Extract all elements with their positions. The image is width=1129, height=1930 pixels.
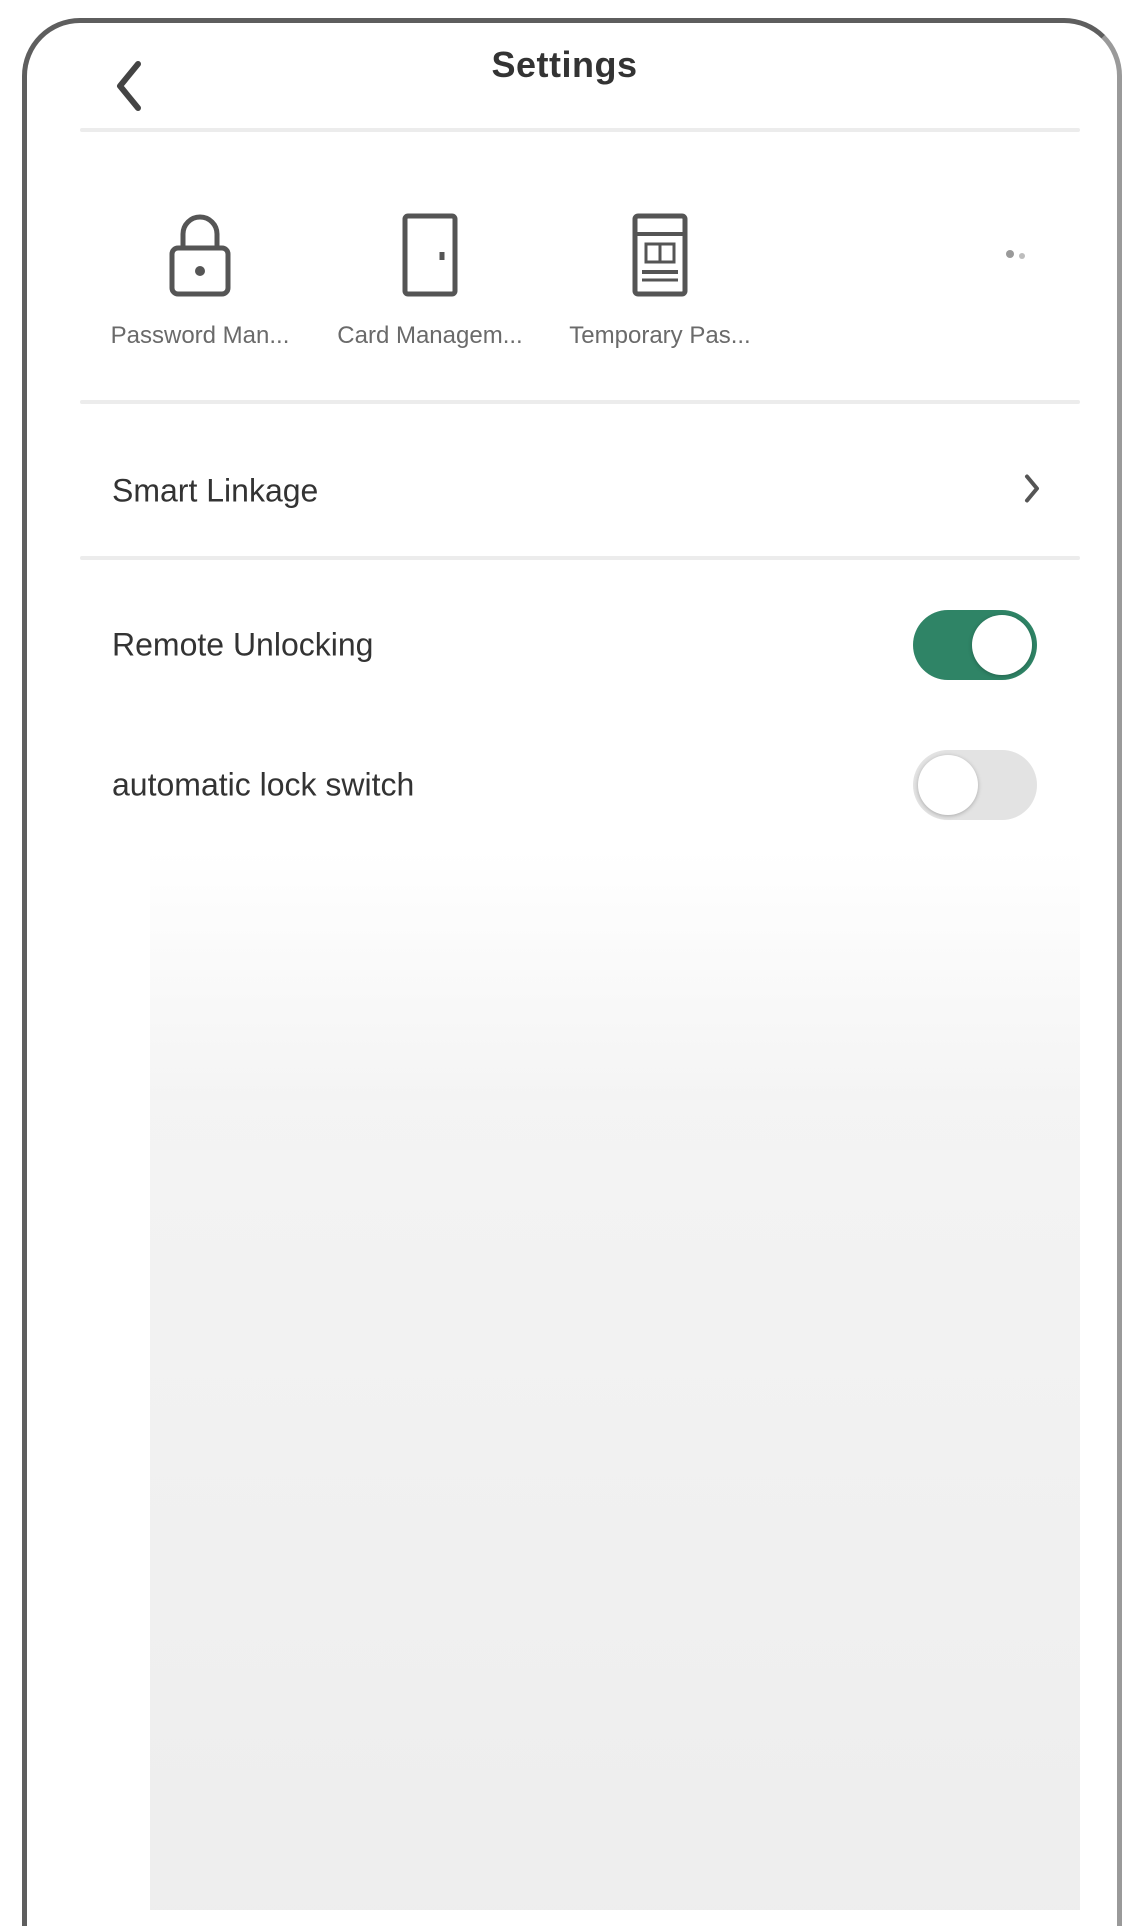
quick-action-label: Password Man... [110,322,290,349]
quick-action-card-management[interactable]: Card Managem... [310,200,550,360]
toggle-knob [918,755,978,815]
remote-unlocking-toggle[interactable] [913,610,1037,680]
settings-screen: Settings Password Man... Card Managem... [0,0,1129,1930]
smart-linkage-row[interactable]: Smart Linkage [80,436,1080,546]
quick-action-password-management[interactable]: Password Man... [80,200,320,360]
remote-unlocking-row: Remote Unlocking [80,590,1080,700]
automatic-lock-label: automatic lock switch [112,766,415,803]
quick-action-label: Temporary Pas... [569,322,751,349]
automatic-lock-toggle[interactable] [913,750,1037,820]
remote-unlocking-label: Remote Unlocking [112,626,374,663]
calendar-icon [632,213,688,297]
quick-action-label: Card Managem... [337,322,523,349]
divider [80,400,1080,404]
page-title: Settings [491,44,638,85]
smart-linkage-label: Smart Linkage [112,472,319,509]
lock-icon [169,214,231,297]
automatic-lock-row: automatic lock switch [80,730,1080,840]
top-bar: Settings [0,30,1129,111]
divider [80,128,1080,132]
divider [80,556,1080,560]
more-icon[interactable] [1002,244,1034,264]
more-dots-icon [1006,250,1025,259]
door-icon [402,213,458,297]
toggle-knob [972,615,1032,675]
quick-actions-row: Password Man... Card Managem... Temporar… [80,200,1080,360]
quick-action-temporary-password[interactable]: Temporary Pas... [540,200,780,360]
chevron-right-icon [1022,473,1042,510]
